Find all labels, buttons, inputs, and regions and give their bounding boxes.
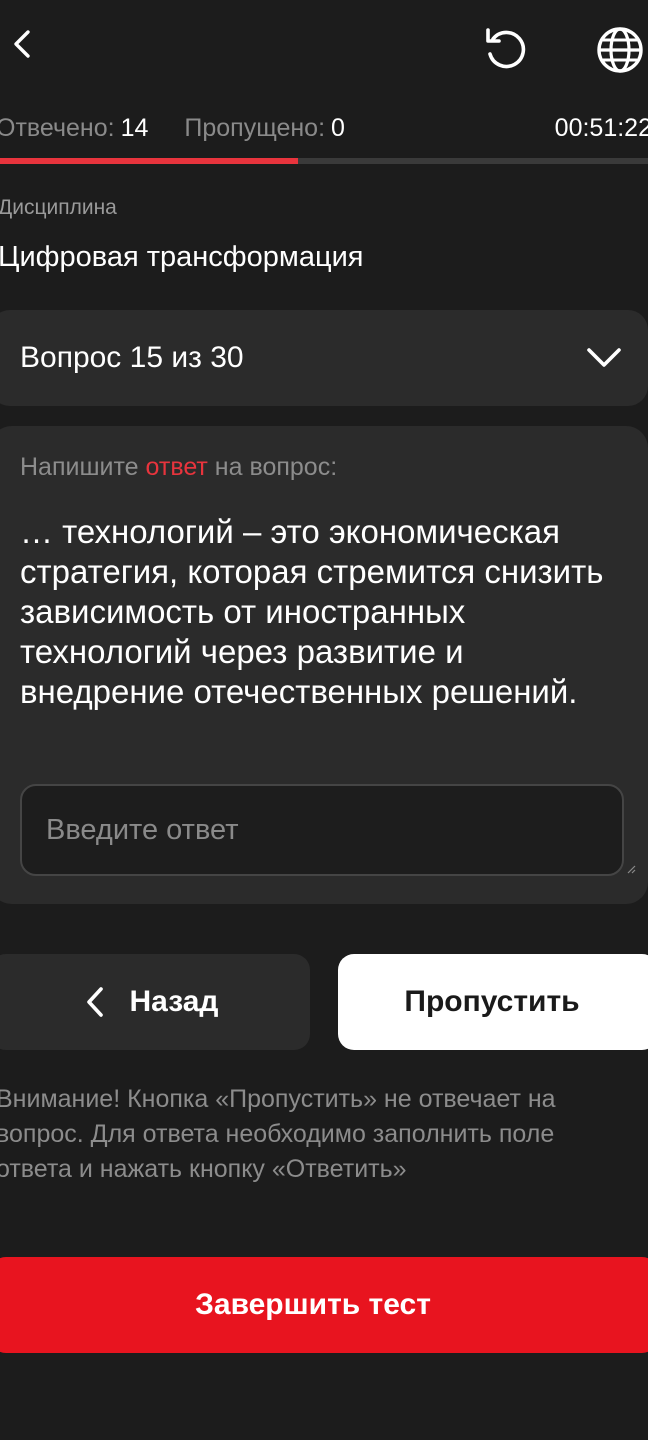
chevron-down-icon — [587, 348, 621, 367]
back-button[interactable]: Назад — [0, 954, 310, 1050]
answered-count: 14 — [120, 114, 149, 142]
skip-notice: Внимание! Кнопка «Пропустить» не отвечае… — [0, 1085, 556, 1183]
discipline-label: Дисциплина — [0, 196, 117, 219]
resize-handle-icon[interactable] — [626, 864, 636, 874]
finish-test-button-label: Завершить тест — [195, 1288, 431, 1321]
finish-test-button[interactable]: Завершить тест — [0, 1257, 648, 1353]
question-prompt: Напишите ответ на вопрос: — [20, 450, 337, 484]
answer-input[interactable] — [20, 784, 624, 876]
skipped-label: Пропущено: — [184, 114, 326, 142]
question-text: … технологий – это экономическая стратег… — [20, 513, 604, 710]
question-selector-label: Вопрос 15 из 30 — [20, 341, 244, 374]
chevron-left-icon — [86, 987, 103, 1017]
reset-icon[interactable] — [480, 24, 532, 76]
discipline-name: Цифровая трансформация — [0, 241, 364, 273]
globe-icon[interactable] — [594, 24, 646, 76]
prompt-accent: ответ — [145, 453, 208, 481]
back-button-label: Назад — [129, 985, 219, 1018]
progress-fill — [0, 158, 299, 164]
question-selector[interactable]: Вопрос 15 из 30 — [0, 310, 648, 406]
skipped-count: 0 — [331, 114, 345, 142]
prompt-text-end: на вопрос: — [207, 453, 338, 481]
stats-row: Отвечено: 14 Пропущено: 0 — [0, 110, 345, 146]
answered-label: Отвечено: — [0, 114, 115, 142]
skip-button[interactable]: Пропустить — [338, 954, 648, 1050]
timer: 00:51:22 — [554, 114, 648, 142]
prompt-text: Напишите — [20, 453, 146, 481]
chevron-left-icon[interactable] — [2, 24, 42, 64]
question-card: Напишите ответ на вопрос: … технологий –… — [0, 426, 648, 904]
skip-button-label: Пропустить — [404, 985, 580, 1018]
progress-bar — [0, 158, 648, 164]
